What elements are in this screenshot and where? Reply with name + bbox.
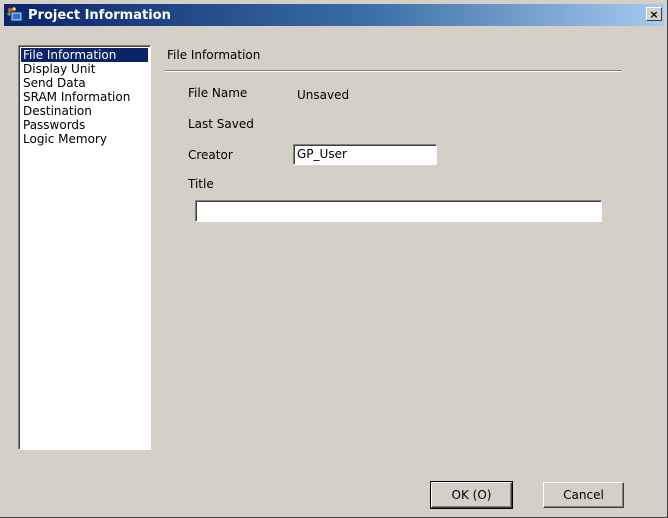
- creator-label: Creator: [188, 148, 233, 162]
- project-information-dialog: Project Information × File Information D…: [0, 0, 668, 518]
- title-input[interactable]: [195, 200, 602, 222]
- last-saved-label: Last Saved: [188, 117, 254, 131]
- close-icon: ×: [649, 7, 659, 21]
- nav-item-logic-memory[interactable]: Logic Memory: [21, 132, 148, 146]
- title-bar[interactable]: Project Information ×: [4, 4, 664, 26]
- nav-item-passwords[interactable]: Passwords: [21, 118, 148, 132]
- nav-item-destination[interactable]: Destination: [21, 104, 148, 118]
- file-name-value: Unsaved: [297, 88, 350, 102]
- ok-button[interactable]: OK (O): [430, 481, 513, 509]
- close-button[interactable]: ×: [646, 7, 662, 21]
- nav-item-display-unit[interactable]: Display Unit: [21, 62, 148, 76]
- nav-item-send-data[interactable]: Send Data: [21, 76, 148, 90]
- category-list[interactable]: File Information Display Unit Send Data …: [18, 45, 151, 450]
- section-heading: File Information: [167, 48, 261, 62]
- title-label: Title: [188, 177, 214, 191]
- file-name-label: File Name: [188, 86, 248, 100]
- nav-item-sram-information[interactable]: SRAM Information: [21, 90, 148, 104]
- creator-input[interactable]: GP_User: [293, 144, 437, 165]
- section-divider: [165, 70, 622, 72]
- window-title: Project Information: [28, 7, 171, 23]
- project-app-icon: [6, 6, 24, 24]
- cancel-button[interactable]: Cancel: [543, 482, 624, 508]
- nav-item-file-information[interactable]: File Information: [21, 48, 148, 62]
